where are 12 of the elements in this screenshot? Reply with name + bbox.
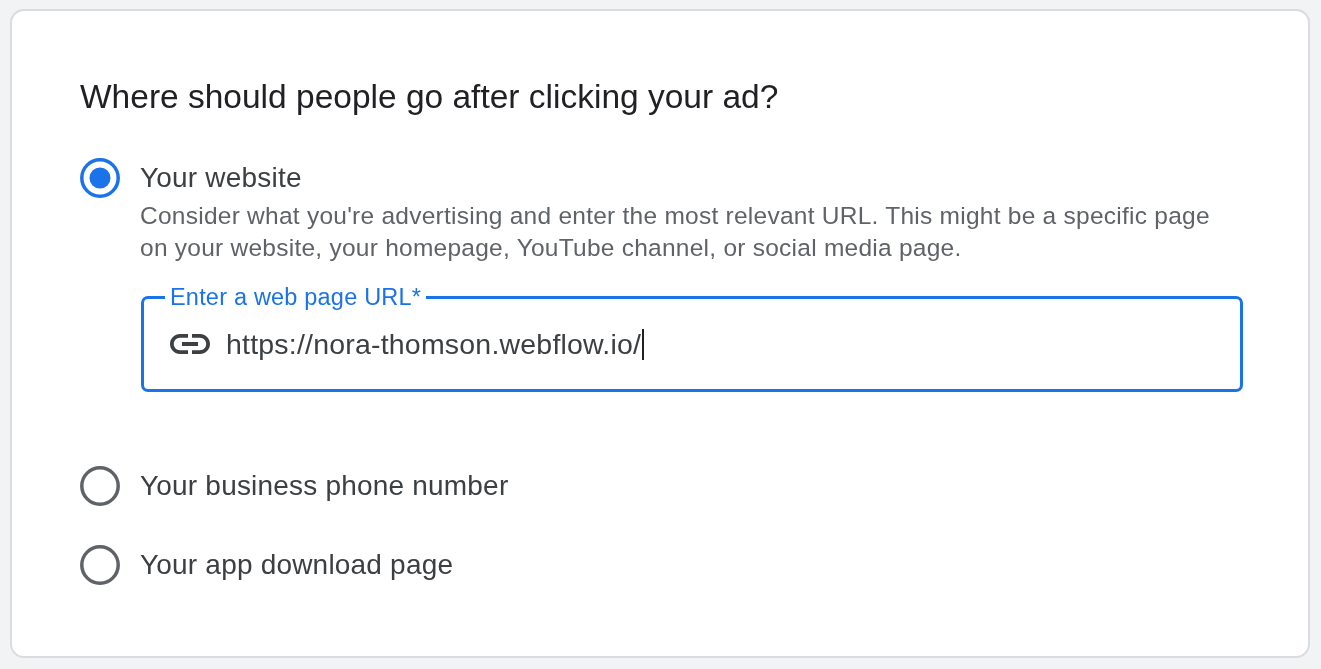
radio-button[interactable]: [80, 466, 120, 506]
radio-button[interactable]: [80, 545, 120, 585]
radio-label[interactable]: Your app download page: [140, 545, 454, 585]
url-text: https://nora-thomson.webflow.io/: [226, 327, 642, 362]
section-heading: Where should people go after clicking your ad?: [80, 77, 779, 117]
description-text: Consider what you're advertising and enter the most relevant URL. This might be a specific page on your website, your homepage, YouTube channel, or social media page.: [140, 201, 1211, 263]
radio-button[interactable]: [80, 158, 120, 198]
radio-label[interactable]: Your business phone number: [140, 466, 509, 506]
url-input-field[interactable]: Enter a web page URL* https://nora-thomson.webflow.io/: [141, 284, 1243, 392]
radio-label[interactable]: Your website: [140, 158, 302, 198]
field-label: Enter a web page URL*: [169, 284, 423, 310]
link-icon: [170, 334, 210, 354]
